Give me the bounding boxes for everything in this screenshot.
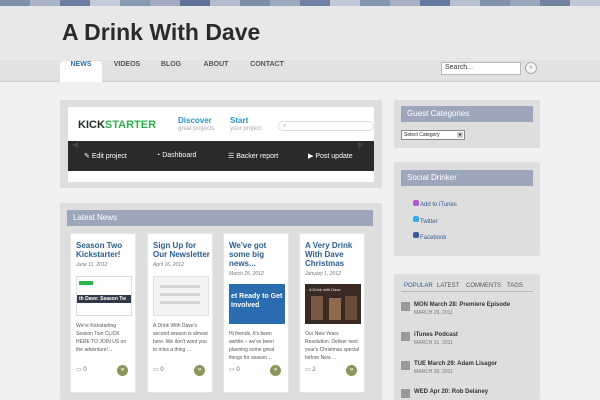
carousel-prev-icon[interactable]: ◀ [72,140,84,152]
card-excerpt: Our New Years Resolution: Deliver next y… [305,331,360,361]
kickstarter-mini-logo [79,281,93,285]
kickstarter-action-bar: ✎ Edit project ◔ Dashboard ☰ Backer repo… [68,141,374,171]
comment-count[interactable]: ▭ 2 [305,366,316,373]
facebook-icon [413,232,419,238]
thumbnail-caption: th Dave: Season Tw [77,295,131,303]
card-date: January 1, 2012 [305,271,341,277]
post-thumbnail[interactable] [401,332,410,341]
tab-tags[interactable]: TAGS [507,283,523,289]
card-title[interactable]: A Very Drink With Dave Christmas [305,241,363,268]
comment-count[interactable]: ▭ 0 [153,366,164,373]
card-title[interactable]: Sign Up for Our Newsletter [153,241,211,259]
card-thumbnail[interactable]: A Drink with Dave [305,284,361,324]
post-thumbnail[interactable] [401,389,410,398]
card-excerpt: Hi friends, It's been awhile – we've bee… [229,331,275,361]
facebook-link[interactable]: Facebook [420,235,446,241]
search-input[interactable]: Search... [441,62,521,75]
news-card: Sign Up for Our Newsletter April 16, 201… [147,233,213,393]
read-more-icon[interactable]: » [194,365,205,376]
tab-comments[interactable]: COMMENTS [466,283,501,289]
read-more-icon[interactable]: » [346,365,357,376]
popular-item[interactable]: WED Apr 20: Rob Delaney [414,389,542,397]
card-title[interactable]: We've got some big news... [229,241,287,268]
itunes-link[interactable]: Add to iTunes [420,202,457,208]
post-thumbnail[interactable] [401,302,410,311]
search-icon: ⌕ [283,122,287,129]
nav-blog[interactable]: BLOG [154,61,188,82]
chevron-down-icon: ▼ [457,132,463,138]
thumbnail-caption: A Drink with Dave [309,287,341,292]
nav-contact[interactable]: CONTACT [244,61,290,82]
comment-count[interactable]: ▭ 0 [76,366,87,373]
card-thumbnail[interactable] [153,276,209,316]
tab-popular[interactable]: POPULAR [404,283,433,289]
card-excerpt: We're Kickstarting Season Two CLICK HERE… [76,323,127,353]
card-thumbnail[interactable]: et Ready to Get Involved [229,284,285,324]
kickstarter-logo[interactable]: KICKSTARTER [78,119,156,131]
comment-count[interactable]: ▭ 0 [229,366,240,373]
card-title[interactable]: Season Two Kickstarter! [76,241,134,259]
tab-latest[interactable]: LATEST [437,283,459,289]
start-link[interactable]: Start [230,116,248,125]
popular-item[interactable]: TUE March 29: Adam Lisagor MARCH 30, 2011 [414,361,542,375]
news-card: Season Two Kickstarter! June 11, 2012 th… [70,233,136,393]
pencil-icon: ✎ [84,153,92,160]
nav-news[interactable]: NEWS [60,61,102,82]
card-thumbnail[interactable]: th Dave: Season Tw [76,276,132,316]
card-date: April 16, 2012 [153,262,184,268]
read-more-icon[interactable]: » [270,365,281,376]
discover-subtext: great projects [178,126,215,132]
kickstarter-search-input[interactable]: ⌕ [278,121,374,131]
discover-link[interactable]: Discover [178,116,212,125]
edit-project-button[interactable]: ✎ Edit project [84,152,127,160]
start-subtext: your project [230,126,262,132]
site-title[interactable]: A Drink With Dave [62,19,260,46]
thumbnail-caption: et Ready to Get Involved [231,293,283,309]
card-date: March 25, 2012 [229,271,264,277]
twitter-icon [413,216,419,222]
nav-about[interactable]: ABOUT [198,61,234,82]
latest-news-title: Latest News [67,210,373,226]
read-more-icon[interactable]: » [117,365,128,376]
list-icon: ☰ [228,153,237,160]
card-excerpt: A Drink With Dave's second season is alm… [153,323,208,353]
carousel-next-icon[interactable]: ▶ [358,140,370,152]
nav-videos[interactable]: VIDEOS [108,61,146,82]
social-drinker-title: Social Drinker [401,170,533,186]
post-update-button[interactable]: ▶ Post update [308,152,353,160]
dashboard-button[interactable]: ◔ Dashboard [156,152,196,159]
twitter-link[interactable]: Twitter [420,219,438,225]
backer-report-button[interactable]: ☰ Backer report [228,152,278,160]
popular-item[interactable]: MON March 28: Premiere Episode MARCH 29, … [414,302,542,316]
guest-categories-title: Guest Categories [401,106,533,122]
news-card: We've got some big news... March 25, 201… [223,233,289,393]
kickstarter-widget: KICKSTARTER Discover great projects Star… [68,107,374,182]
post-thumbnail[interactable] [401,361,410,370]
search-submit-button[interactable]: » [525,62,537,74]
popular-item[interactable]: iTunes Podcast MARCH 31, 2011 [414,332,542,346]
itunes-icon [413,200,419,206]
category-select[interactable]: Select Category ▼ [401,130,465,140]
news-card: A Very Drink With Dave Christmas January… [299,233,365,393]
card-date: June 11, 2012 [76,262,108,268]
